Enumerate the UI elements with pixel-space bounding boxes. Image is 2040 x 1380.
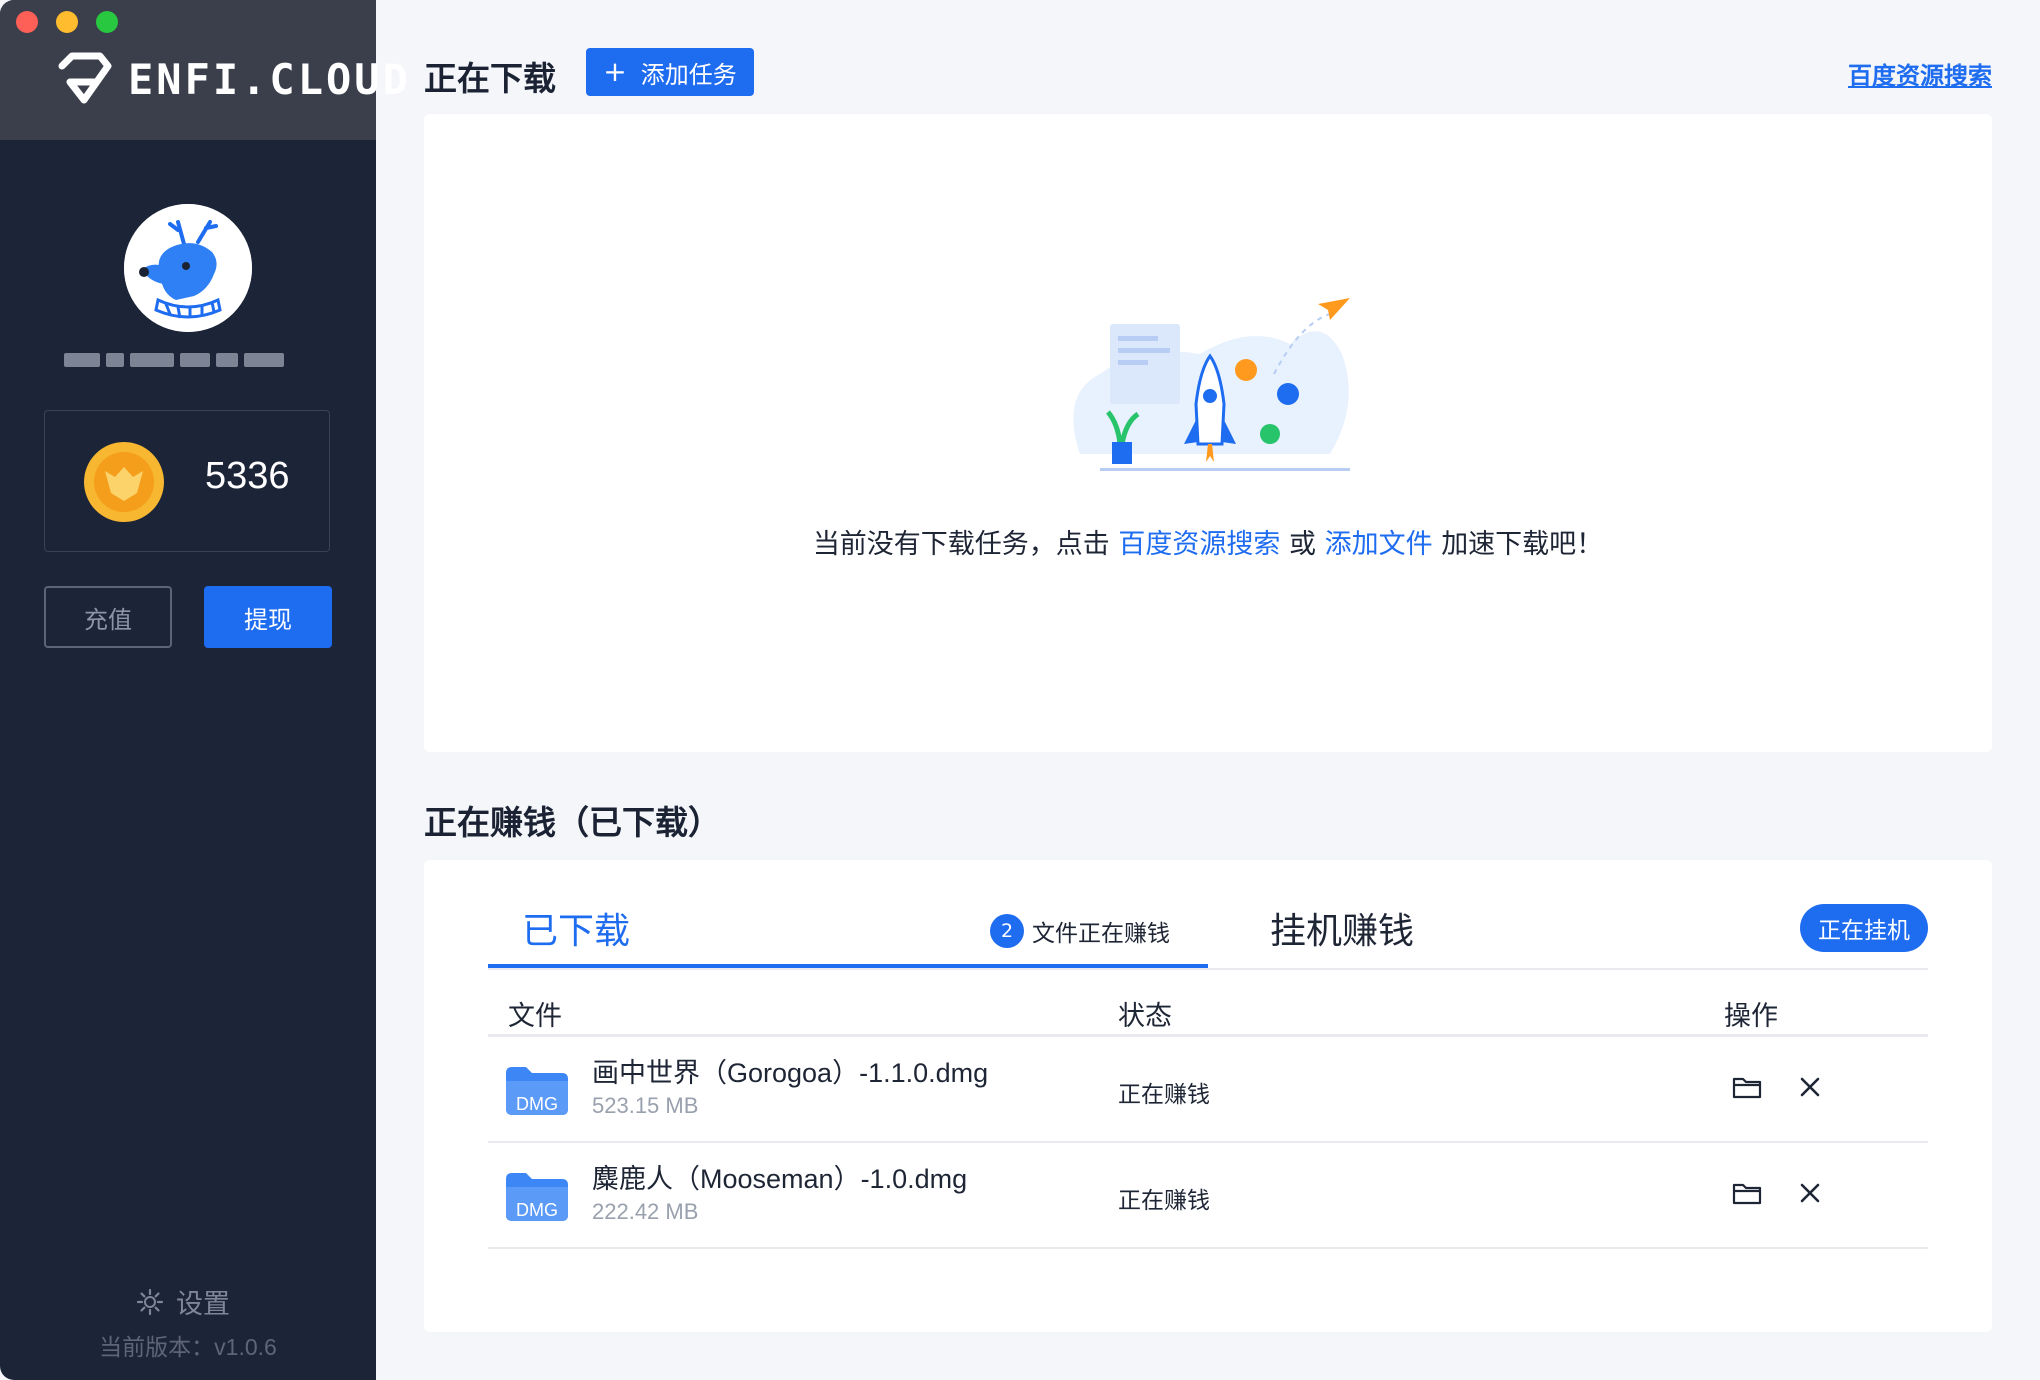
open-folder-icon[interactable] — [1732, 1181, 1762, 1205]
gear-icon — [136, 1288, 164, 1315]
withdraw-button[interactable]: 提现 — [204, 586, 332, 648]
tab-downloaded[interactable]: 已下载 — [522, 902, 630, 954]
settings-label: 设置 — [176, 1289, 230, 1320]
minimize-window-button[interactable] — [56, 11, 78, 33]
logo-text: ENFI.CLOUD — [128, 54, 411, 104]
enfi-logo-icon — [58, 52, 112, 104]
file-name: 麋鹿人（Mooseman）-1.0.dmg — [592, 1164, 968, 1194]
deer-avatar-icon — [124, 204, 252, 332]
close-window-button[interactable] — [16, 11, 38, 33]
count-badge: 2 — [990, 914, 1024, 948]
version-text: 当前版本：v1.0.6 — [99, 1334, 277, 1360]
empty-add-file-link[interactable]: 添加文件 — [1325, 529, 1433, 560]
settings-link[interactable]: 设置 — [136, 1282, 230, 1321]
file-name: 画中世界（Gorogoa）-1.1.0.dmg — [592, 1058, 989, 1088]
remove-close-icon[interactable] — [1798, 1181, 1822, 1205]
file-size: 523.15 MB — [592, 1093, 699, 1118]
dmg-file-icon: DMG — [506, 1067, 568, 1115]
downloading-title: 正在下载 — [424, 59, 556, 98]
file-status: 正在赚钱 — [1118, 1188, 1210, 1214]
avatar[interactable] — [124, 204, 252, 332]
rocket-illustration-icon — [1073, 298, 1350, 471]
earning-panel: 已下载 2 文件正在赚钱 挂机赚钱 正在挂机 文件 状态 操作 DMG 画中世界… — [424, 860, 1992, 1332]
column-operation: 操作 — [1724, 1001, 1778, 1032]
baidu-search-link[interactable]: 百度资源搜索 — [1848, 56, 1992, 91]
hanging-button[interactable]: 正在挂机 — [1800, 904, 1928, 952]
open-folder-icon[interactable] — [1732, 1075, 1762, 1099]
username-redacted — [64, 347, 314, 373]
add-task-label: 添加任务 — [640, 60, 737, 89]
sidebar: ENFI.CLOUD 5336 充值 提现 设置 当前版本：v1.0.6 — [0, 0, 408, 1380]
plus-icon: + — [603, 55, 627, 88]
column-status: 状态 — [1118, 1001, 1172, 1032]
downloading-panel: 当前没有下载任务，点击 百度资源搜索 或 添加文件 加速下载吧！ — [424, 114, 1992, 752]
table-row: DMG 麋鹿人（Mooseman）-1.0.dmg 222.42 MB 正在赚钱 — [488, 1143, 1928, 1249]
remove-close-icon[interactable] — [1798, 1075, 1822, 1099]
add-task-button[interactable]: + 添加任务 — [586, 48, 754, 96]
files-table: 文件 状态 操作 DMG 画中世界（Gorogoa）-1.1.0.dmg 523… — [488, 968, 1928, 1249]
balance-value: 5336 — [205, 455, 290, 497]
balance-card: 5336 — [44, 410, 330, 552]
zoom-window-button[interactable] — [96, 11, 118, 33]
coin-icon — [84, 442, 164, 522]
sidebar-header: ENFI.CLOUD — [0, 0, 408, 140]
count-label: 文件正在赚钱 — [1032, 921, 1170, 947]
app-window: ENFI.CLOUD 5336 充值 提现 设置 当前版本：v1.0.6 正在下… — [0, 0, 2040, 1380]
logo: ENFI.CLOUD — [56, 52, 411, 106]
svg-text:DMG: DMG — [516, 1094, 558, 1114]
earning-count: 2 文件正在赚钱 — [990, 914, 1170, 948]
empty-baidu-search-link[interactable]: 百度资源搜索 — [1118, 529, 1280, 560]
earning-title: 正在赚钱（已下载） — [424, 803, 721, 842]
recharge-button[interactable]: 充值 — [44, 586, 172, 648]
earning-tabs: 已下载 2 文件正在赚钱 挂机赚钱 正在挂机 — [488, 860, 1928, 970]
file-status: 正在赚钱 — [1118, 1082, 1210, 1108]
column-file: 文件 — [508, 1001, 562, 1032]
svg-text:DMG: DMG — [516, 1200, 558, 1220]
file-size: 222.42 MB — [592, 1199, 699, 1224]
dmg-file-icon: DMG — [506, 1173, 568, 1221]
table-header: 文件 状态 操作 — [488, 968, 1928, 1037]
tab-hang[interactable]: 挂机赚钱 — [1270, 902, 1414, 954]
empty-download-message: 当前没有下载任务，点击 百度资源搜索 或 添加文件 加速下载吧！ — [812, 529, 1604, 560]
table-row: DMG 画中世界（Gorogoa）-1.1.0.dmg 523.15 MB 正在… — [488, 1037, 1928, 1143]
